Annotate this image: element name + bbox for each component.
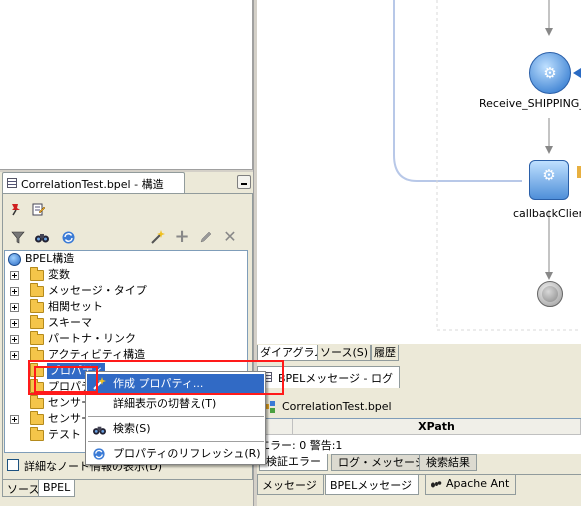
log-table: XPath エラー: 0 警告:1 (257, 418, 581, 454)
folder-icon (30, 363, 44, 377)
log-tabbar: BPELメッセージ - ログ (257, 366, 581, 388)
expand-icon[interactable] (10, 271, 19, 280)
menu-refresh-properties[interactable]: プロパティのリフレッシュ(R) (87, 444, 264, 464)
delete-icon[interactable]: ✕ (221, 228, 239, 246)
receive-activity-label: Receive_SHIPPING_I (479, 97, 581, 110)
log-tab[interactable]: BPELメッセージ - ログ (257, 366, 400, 388)
folder-icon (30, 395, 44, 409)
expand-icon[interactable] (10, 303, 19, 312)
log-group-tabs: 検証エラー ログ・メッセージ 検索結果 (257, 454, 581, 472)
expand-icon[interactable] (10, 319, 19, 328)
filter-icon[interactable] (9, 228, 27, 246)
folder-icon (30, 379, 44, 393)
menu-search[interactable]: 検索(S) (87, 419, 264, 439)
expand-icon[interactable] (10, 351, 19, 360)
tab-bpel[interactable]: BPEL (38, 480, 76, 497)
folder-icon (30, 299, 44, 313)
context-menu: 作成 プロパティ... 詳細表示の切替え(T) 検索(S) プロパティのリフレッ… (85, 371, 266, 465)
menu-create-property[interactable]: 作成 プロパティ... (87, 374, 264, 394)
tab-log-messages[interactable]: ログ・メッセージ (331, 454, 433, 471)
log-file-name: CorrelationTest.bpel (282, 400, 392, 413)
globe-icon (8, 253, 21, 266)
binoculars-icon[interactable] (33, 228, 51, 246)
wand-icon (91, 376, 107, 392)
folder-icon (30, 427, 44, 441)
tab-source-s[interactable]: ソース(S) (317, 345, 372, 361)
menu-toggle-details[interactable]: 詳細表示の切替え(T) (87, 394, 264, 414)
tab-search-results[interactable]: 検索結果 (419, 454, 477, 471)
structure-tabbar: CorrelationTest.bpel - 構造 (2, 172, 253, 193)
folder-icon (30, 315, 44, 329)
pencil-icon[interactable] (197, 228, 215, 246)
expand-icon[interactable] (10, 415, 19, 424)
folder-icon (30, 283, 44, 297)
gear-icon: ⚙ (542, 166, 556, 184)
tab-validation-errors[interactable]: 検証エラー (259, 454, 328, 471)
tree-item-selected[interactable]: プロパティ (10, 363, 106, 379)
detail-checkbox[interactable] (7, 459, 19, 471)
minimize-button[interactable] (237, 175, 251, 189)
folder-icon (30, 347, 44, 361)
callback-activity-label: callbackClien (513, 207, 581, 220)
bpel-diagram: ⚙ Receive_SHIPPING_I ⚙ callbackClien (257, 0, 581, 344)
add-icon[interactable]: + (173, 228, 191, 246)
structure-bottom-tabs: ソース BPEL (0, 480, 255, 506)
expand-icon[interactable] (10, 287, 19, 296)
callback-activity-icon[interactable]: ⚙ (529, 160, 569, 200)
folder-icon (30, 331, 44, 345)
ant-icon (430, 478, 442, 493)
menu-separator (88, 441, 264, 442)
tab-apache-ant[interactable]: Apache Ant (425, 475, 517, 495)
tab-messages[interactable]: メッセージ (257, 475, 324, 495)
log-status: エラー: 0 警告:1 (259, 439, 343, 452)
column-header-xpath[interactable]: XPath (293, 419, 581, 435)
expand-icon[interactable] (10, 335, 19, 344)
folder-icon (30, 411, 44, 425)
binoculars-icon (91, 421, 107, 437)
tab-bpel-messages[interactable]: BPELメッセージ (325, 475, 420, 495)
document-icon (7, 178, 17, 188)
new-item-wand-icon[interactable] (148, 228, 166, 246)
folder-icon (30, 267, 44, 281)
menu-separator (88, 416, 264, 417)
panel-bottom-tabs: メッセージ BPELメッセージ Apache Ant (257, 474, 581, 506)
structure-tab[interactable]: CorrelationTest.bpel - 構造 (2, 172, 185, 193)
gear-icon: ⚙ (543, 64, 557, 82)
diagram-tabs: ダイアグラム ソース(S) 履歴 (257, 344, 581, 362)
navigator-pane (0, 0, 253, 170)
edit-document-icon[interactable] (29, 200, 47, 218)
structure-tab-label: CorrelationTest.bpel - 構造 (21, 178, 164, 191)
tab-history[interactable]: 履歴 (371, 345, 399, 361)
receive-activity-icon[interactable]: ⚙ (529, 52, 571, 94)
pin-icon[interactable] (7, 200, 25, 218)
refresh-icon[interactable] (59, 228, 77, 246)
refresh-icon (91, 446, 107, 462)
end-node-icon[interactable] (537, 281, 563, 307)
